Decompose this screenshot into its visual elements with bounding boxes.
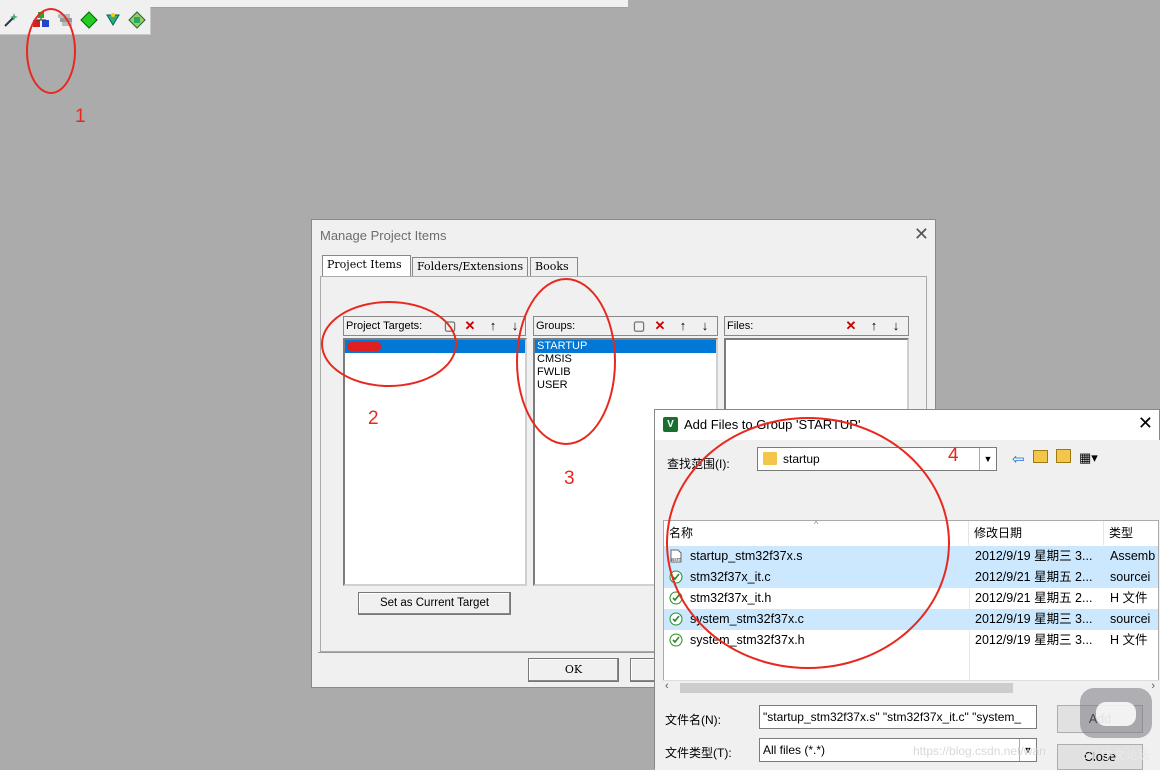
tab-project-items[interactable]: Project Items xyxy=(322,255,411,276)
annotation-label-3: 3 xyxy=(564,468,575,489)
up-folder-icon[interactable] xyxy=(1033,450,1048,463)
delete-file-icon[interactable]: ✕ xyxy=(843,318,859,334)
filename-input[interactable]: "startup_stm32f37x.s" "stm32f37x_it.c" "… xyxy=(759,705,1037,729)
delete-target-icon[interactable]: ✕ xyxy=(462,318,478,334)
scrollbar-thumb[interactable] xyxy=(680,683,1013,693)
move-up-icon[interactable]: ↑ xyxy=(485,318,501,334)
move-down-icon[interactable]: ↓ xyxy=(888,318,904,334)
file-type: Assemb xyxy=(1110,549,1156,563)
annotation-label-1: 1 xyxy=(75,106,86,127)
move-up-icon[interactable]: ↑ xyxy=(866,318,882,334)
scroll-left-icon[interactable]: ‹ xyxy=(665,680,669,692)
view-menu-icon[interactable]: ▦▾ xyxy=(1079,450,1098,466)
file-date: 2012/9/21 星期五 2... xyxy=(975,570,1093,584)
file-date: 2012/9/19 星期三 3... xyxy=(975,549,1093,563)
watermark-forum: ST 中文论坛 xyxy=(1083,748,1150,762)
filetype-label: 文件类型(T): xyxy=(665,746,732,760)
run-time-environment-icon[interactable] xyxy=(128,11,146,29)
file-type: sourcei xyxy=(1110,570,1151,584)
ok-button[interactable]: OK xyxy=(528,658,619,682)
close-icon[interactable]: ✕ xyxy=(914,224,929,244)
delete-group-icon[interactable]: ✕ xyxy=(652,318,668,334)
new-group-icon[interactable]: ▢ xyxy=(631,318,647,334)
column-type[interactable]: 类型 xyxy=(1104,521,1158,545)
pack-installer-icon[interactable] xyxy=(104,11,122,29)
filename-label: 文件名(N): xyxy=(665,713,721,727)
annotation-ring-1 xyxy=(26,8,76,94)
annotation-ring-4 xyxy=(666,417,950,669)
file-date: 2012/9/21 星期五 2... xyxy=(975,591,1093,605)
filetype-value: All files (*.*) xyxy=(763,743,826,757)
c-file-icon xyxy=(669,612,683,626)
file-type: H 文件 xyxy=(1110,591,1148,605)
magic-wand-icon[interactable] xyxy=(2,11,20,29)
move-down-icon[interactable]: ↓ xyxy=(697,318,713,334)
files-header: Files: ✕ ↑ ↓ xyxy=(724,316,909,336)
file-type: H 文件 xyxy=(1110,633,1148,647)
file-date: 2012/9/19 星期三 3... xyxy=(975,612,1093,626)
file-date: 2012/9/19 星期三 3... xyxy=(975,633,1093,647)
watermark-url: https://blog.csdn.net/wan xyxy=(913,744,1046,758)
h-file-icon xyxy=(669,633,683,647)
keil-app-icon: V xyxy=(663,417,678,432)
forum-logo-icon xyxy=(1080,688,1152,738)
back-arrow-icon[interactable]: ⇦ xyxy=(1012,450,1025,468)
column-date[interactable]: 修改日期 xyxy=(969,521,1104,545)
annotation-label-4: 4 xyxy=(948,445,959,466)
scroll-right-icon[interactable]: › xyxy=(1151,680,1155,692)
annotation-ring-2 xyxy=(321,301,457,387)
close-icon[interactable]: ✕ xyxy=(1138,413,1153,434)
green-diamond-icon[interactable] xyxy=(80,11,98,29)
set-current-target-button[interactable]: Set as Current Target xyxy=(358,592,511,615)
files-label: Files: xyxy=(727,320,754,332)
move-up-icon[interactable]: ↑ xyxy=(675,318,691,334)
file-type: sourcei xyxy=(1110,612,1151,626)
chevron-down-icon[interactable]: ▼ xyxy=(979,448,996,470)
tab-books[interactable]: Books xyxy=(530,257,578,276)
annotation-label-2: 2 xyxy=(368,408,379,429)
tab-folders-extensions[interactable]: Folders/Extensions xyxy=(412,257,528,276)
toolbar xyxy=(0,7,151,35)
new-folder-icon[interactable] xyxy=(1056,449,1071,463)
annotation-ring-3 xyxy=(516,278,616,445)
dialog-title: Manage Project Items xyxy=(320,228,447,243)
